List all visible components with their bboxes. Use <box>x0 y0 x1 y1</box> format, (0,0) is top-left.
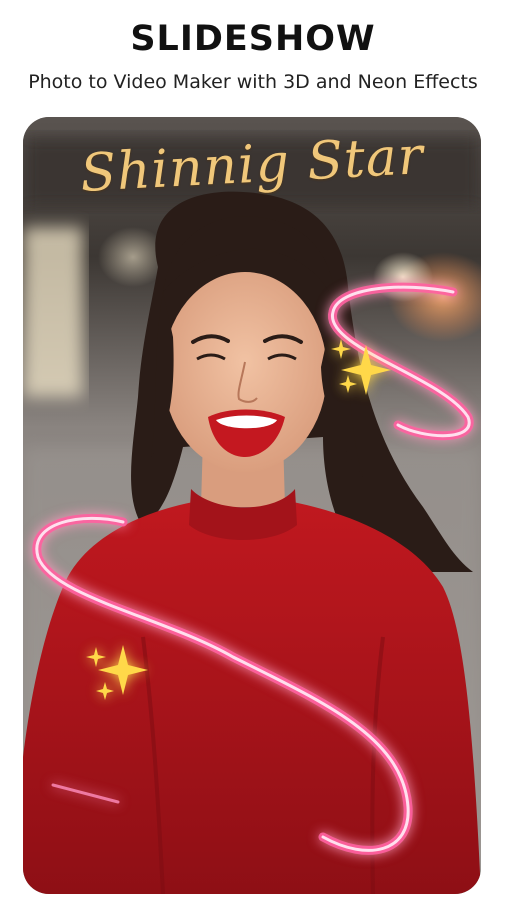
promo-screen: SLIDESHOW Photo to Video Maker with 3D a… <box>0 0 506 900</box>
preview-photo <box>23 117 481 894</box>
page-title: SLIDESHOW <box>130 19 376 59</box>
page-subtitle: Photo to Video Maker with 3D and Neon Ef… <box>28 71 478 93</box>
slideshow-preview-card[interactable]: Shinnig Star <box>23 117 481 894</box>
